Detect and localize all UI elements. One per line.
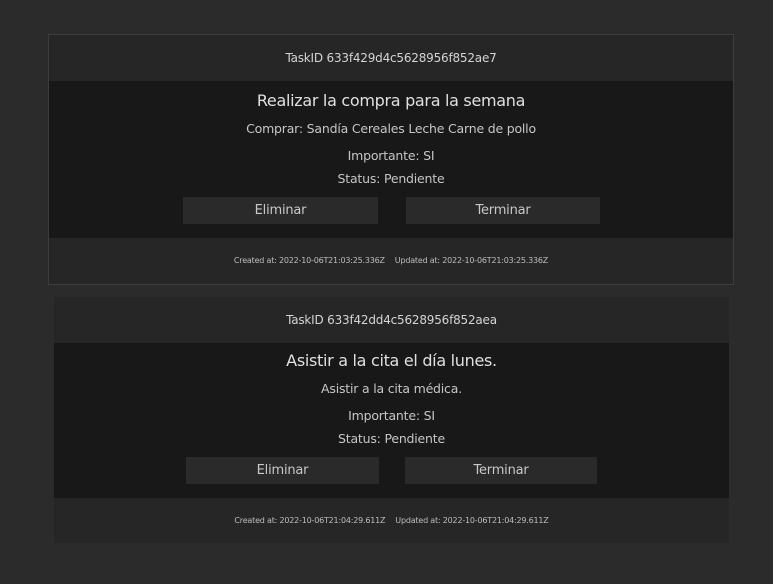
- task-important: Importante: SI: [347, 148, 435, 163]
- task-id: TaskID 633f42dd4c5628956f852aea: [286, 313, 497, 327]
- task-card: TaskID 633f42dd4c5628956f852aea Asistir …: [54, 297, 729, 543]
- task-timestamps: Created at: 2022-10-06T21:03:25.336Z Upd…: [49, 237, 733, 284]
- task-important: Importante: SI: [348, 408, 435, 423]
- delete-button[interactable]: Eliminar: [186, 457, 379, 484]
- task-id-header: TaskID 633f429d4c5628956f852ae7: [49, 35, 733, 81]
- task-id: TaskID 633f429d4c5628956f852ae7: [285, 51, 497, 65]
- task-status: Status: Pendiente: [338, 431, 445, 446]
- task-status: Status: Pendiente: [337, 171, 445, 186]
- finish-button[interactable]: Terminar: [405, 457, 597, 484]
- task-id-header: TaskID 633f42dd4c5628956f852aea: [54, 297, 729, 343]
- task-body: Realizar la compra para la semana Compra…: [49, 81, 733, 238]
- task-description: Comprar: Sandía Cereales Leche Carne de …: [246, 121, 536, 136]
- finish-button[interactable]: Terminar: [406, 197, 600, 224]
- task-title: Asistir a la cita el día lunes.: [286, 351, 497, 370]
- task-title: Realizar la compra para la semana: [256, 91, 526, 110]
- task-body: Asistir a la cita el día lunes. Asistir …: [54, 343, 729, 498]
- updated-at: Updated at: 2022-10-06T21:03:25.336Z: [394, 256, 549, 265]
- task-timestamps: Created at: 2022-10-06T21:04:29.611Z Upd…: [54, 498, 729, 543]
- updated-at: Updated at: 2022-10-06T21:04:29.611Z: [395, 516, 549, 525]
- task-description: Asistir a la cita médica.: [321, 381, 462, 396]
- task-card: TaskID 633f429d4c5628956f852ae7 Realizar…: [48, 34, 734, 285]
- created-at: Created at: 2022-10-06T21:03:25.336Z: [233, 256, 385, 265]
- delete-button[interactable]: Eliminar: [183, 197, 378, 224]
- created-at: Created at: 2022-10-06T21:04:29.611Z: [234, 516, 386, 525]
